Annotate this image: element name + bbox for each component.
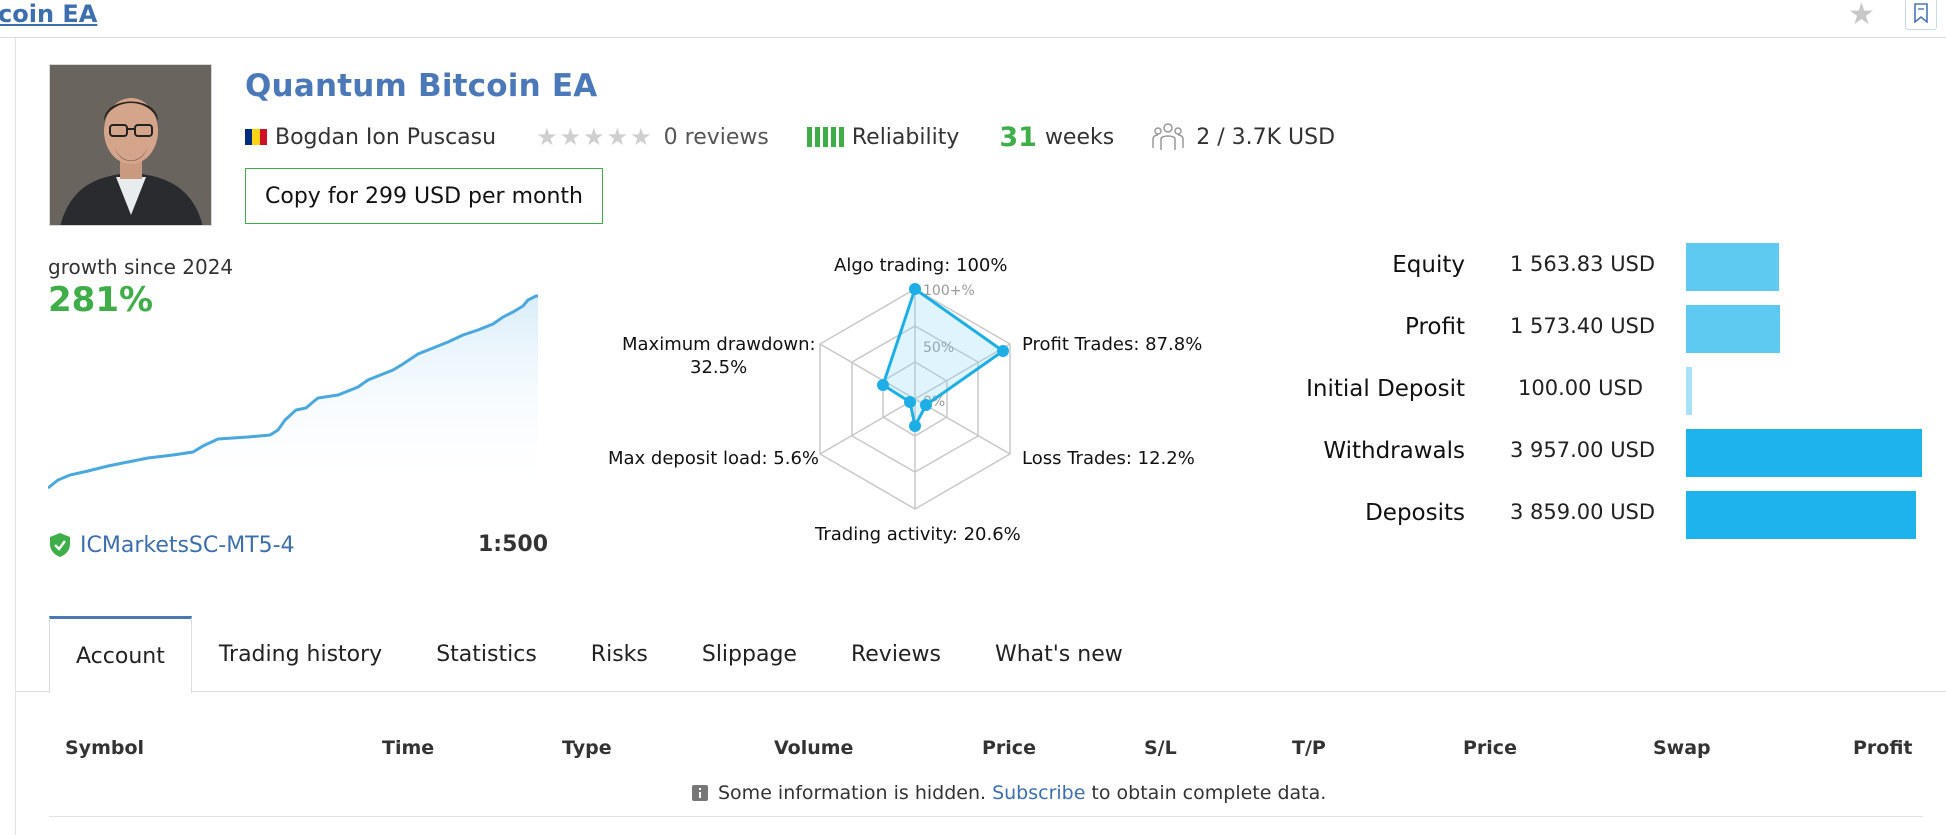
radar-label-algo: Algo trading: 100% xyxy=(834,255,1008,276)
star-icon: ★ xyxy=(559,123,582,151)
notice-text-after: to obtain complete data. xyxy=(1091,782,1327,804)
weeks-count: 31 xyxy=(999,121,1037,153)
avatar[interactable] xyxy=(49,64,212,226)
stat-value: 100.00 USD xyxy=(1518,376,1644,400)
tab-statistics[interactable]: Statistics xyxy=(409,616,564,692)
stat-value: 3 859.00 USD xyxy=(1510,500,1656,524)
copy-subscribe-button[interactable]: Copy for 299 USD per month xyxy=(245,168,603,224)
radar-label-profit: Profit Trades: 87.8% xyxy=(1022,334,1203,355)
radar-chart: 100+% 50% 0% Algo trading: 100% Profit T… xyxy=(590,250,1230,560)
info-icon xyxy=(692,785,708,801)
bookmark-button[interactable] xyxy=(1905,0,1937,30)
column-header[interactable]: Symbol xyxy=(65,737,144,759)
stat-bar xyxy=(1686,367,1692,415)
author-name[interactable]: Bogdan Ion Puscasu xyxy=(275,125,496,150)
top-bar: coin EA ★ xyxy=(0,0,1946,38)
growth-label: growth since 2024 xyxy=(48,255,234,279)
account-stats: Equity 1 563.83 USD Profit 1 573.40 USD Init… xyxy=(1300,240,1946,540)
radar-label-loss: Loss Trades: 12.2% xyxy=(1022,448,1195,469)
tab-whats-new[interactable]: What's new xyxy=(968,616,1150,692)
stat-label: Initial Deposit xyxy=(1306,376,1465,402)
tab-reviews[interactable]: Reviews xyxy=(824,616,968,692)
radar-label-activity: Trading activity: 20.6% xyxy=(815,524,1021,545)
star-icon: ★ xyxy=(630,123,652,151)
star-icon: ★ xyxy=(536,123,558,151)
stat-bar xyxy=(1686,491,1916,539)
stat-label: Profit xyxy=(1405,314,1465,340)
page-title: Quantum Bitcoin EA xyxy=(245,68,598,104)
column-header[interactable]: T/P xyxy=(1292,737,1326,759)
column-header[interactable]: Price xyxy=(1463,737,1517,759)
column-header[interactable]: Type xyxy=(562,737,612,759)
verified-shield-icon xyxy=(50,533,70,557)
stat-row: Profit 1 573.40 USD xyxy=(1300,302,1946,353)
subscribers-value: 2 / 3.7K USD xyxy=(1196,124,1336,150)
column-header[interactable]: S/L xyxy=(1144,737,1177,759)
tab-account[interactable]: Account xyxy=(49,616,192,693)
bookmark-icon xyxy=(1914,3,1928,23)
favorite-star-icon[interactable]: ★ xyxy=(1848,0,1875,30)
table-divider xyxy=(49,816,1923,817)
stat-bar xyxy=(1686,305,1780,353)
stat-value: 3 957.00 USD xyxy=(1510,438,1656,462)
broker-server-link[interactable]: ICMarketsSC-MT5-4 xyxy=(48,532,295,558)
notice-text: Some information is hidden. xyxy=(718,782,987,804)
leverage-value: 1:500 xyxy=(478,532,549,557)
reliability-label: Reliability xyxy=(851,124,960,150)
broker-name: ICMarketsSC-MT5-4 xyxy=(80,532,295,558)
stat-label: Equity xyxy=(1392,252,1465,278)
stat-row: Equity 1 563.83 USD xyxy=(1300,240,1946,291)
content-border xyxy=(15,38,16,835)
stat-label: Deposits xyxy=(1365,500,1465,526)
reviews-count[interactable]: 0 reviews xyxy=(664,125,769,150)
radar-label-drawdown: Maximum drawdown: xyxy=(622,334,816,355)
growth-sparkline-chart xyxy=(48,294,538,495)
column-header[interactable]: Profit xyxy=(1853,737,1913,759)
growth-area xyxy=(48,296,538,495)
stat-bar xyxy=(1686,243,1779,291)
radar-ring-label: 100+% xyxy=(923,283,975,299)
hidden-info-notice: Some information is hidden. Subscribe to… xyxy=(692,782,1326,804)
column-header[interactable]: Time xyxy=(382,737,434,759)
star-icon: ★ xyxy=(606,123,629,151)
stat-row: Initial Deposit 100.00 USD xyxy=(1300,364,1946,415)
breadcrumb-link[interactable]: coin EA xyxy=(0,0,97,28)
stat-row: Deposits 3 859.00 USD xyxy=(1300,488,1946,539)
star-icon: ★ xyxy=(583,123,605,151)
subscribe-link[interactable]: Subscribe xyxy=(992,782,1085,804)
stat-value: 1 573.40 USD xyxy=(1510,314,1656,338)
radar-label-drawdown-value: 32.5% xyxy=(690,357,748,378)
table-header: Symbol Time Type Volume Price S/L T/P Pr… xyxy=(49,737,1913,767)
stat-row: Withdrawals 3 957.00 USD xyxy=(1300,426,1946,477)
column-header[interactable]: Volume xyxy=(774,737,853,759)
tab-trading-history[interactable]: Trading history xyxy=(192,616,409,692)
subscribers-icon xyxy=(1152,122,1184,152)
stat-value: 1 563.83 USD xyxy=(1510,252,1656,276)
tab-bar: Account Trading history Statistics Risks… xyxy=(49,616,1150,693)
rating-stars: ★ ★ ★ ★ ★ xyxy=(536,123,654,151)
tab-risks[interactable]: Risks xyxy=(564,616,675,692)
stat-label: Withdrawals xyxy=(1323,438,1465,464)
product-meta: Bogdan Ion Puscasu ★ ★ ★ ★ ★ 0 reviews Relia… xyxy=(245,121,1336,153)
stat-bar xyxy=(1686,429,1922,477)
flag-icon xyxy=(245,129,267,145)
weeks-label: weeks xyxy=(1044,124,1115,150)
column-header[interactable]: Swap xyxy=(1653,737,1711,759)
reliability-bars-icon xyxy=(806,127,844,147)
radar-label-deposit-load: Max deposit load: 5.6% xyxy=(608,448,820,469)
column-header[interactable]: Price xyxy=(982,737,1036,759)
tab-slippage[interactable]: Slippage xyxy=(675,616,824,692)
